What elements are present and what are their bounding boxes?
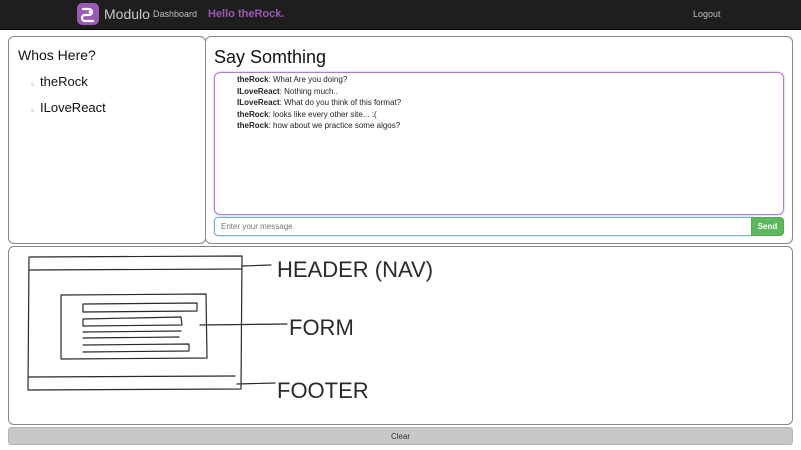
message-text: : What Are you doing?	[268, 75, 348, 84]
chat-title: Say Somthing	[214, 47, 327, 67]
nav-dashboard-link[interactable]: Dashboard	[153, 9, 197, 19]
message-text: : how about we practice some algos?	[268, 121, 401, 130]
message-input[interactable]	[214, 217, 752, 236]
sketch-form-row	[82, 343, 190, 353]
online-user-name: theRock	[40, 74, 88, 89]
online-users-title: Whos Here?	[18, 47, 96, 63]
bullet-icon: ○	[31, 108, 35, 114]
bullet-icon: ○	[31, 82, 35, 88]
modulo-logo-icon	[77, 3, 99, 25]
online-user-item: ○ ILoveReact	[31, 100, 106, 126]
brand[interactable]: Modulo	[77, 3, 150, 25]
brand-name: Modulo	[104, 6, 150, 22]
sketch-drawing: HEADER (NAV) FORM FOOTER	[27, 255, 433, 403]
message-item: ILoveReact: Nothing much..	[237, 86, 783, 98]
sketch-form-row	[82, 336, 180, 339]
message-item: theRock: What Are you doing?	[237, 74, 783, 86]
chat-panel: Say Somthing theRock: What Are you doing…	[205, 36, 793, 244]
navbar: Modulo Dashboard Hello theRock. Logout	[0, 0, 801, 30]
message-text: : looks like every other site... :(	[268, 109, 377, 119]
online-user-item: ○ theRock	[31, 74, 106, 100]
sketch-form-row	[82, 330, 182, 333]
online-users-panel: Whos Here? ○ theRock ○ ILoveReact	[8, 36, 206, 244]
sketch-header-connector	[241, 264, 272, 267]
sketch-footer-line	[28, 375, 236, 378]
message-text: : Nothing much..	[279, 86, 338, 96]
logout-link[interactable]: Logout	[693, 9, 721, 19]
message-author: theRock	[237, 121, 269, 130]
drawing-canvas[interactable]: HEADER (NAV) FORM FOOTER	[8, 246, 793, 425]
sketch-header-line	[28, 268, 243, 271]
sketch-page-box	[27, 255, 243, 391]
sketch-form-row	[82, 316, 183, 327]
message-item: theRock: how about we practice some algo…	[237, 120, 783, 132]
message-author: ILoveReact	[237, 86, 280, 96]
online-users-list: ○ theRock ○ ILoveReact	[31, 74, 106, 126]
message-item: ILoveReact: What do you think of this fo…	[237, 97, 783, 109]
message-text: : What do you think of this format?	[279, 98, 402, 107]
message-author: theRock	[237, 75, 269, 84]
sketch-form-row	[82, 302, 198, 313]
sketch-label-form: FORM	[289, 315, 354, 340]
sketch-label-header: HEADER (NAV)	[277, 257, 433, 282]
message-author: theRock	[237, 109, 269, 119]
sketch-form-connector	[199, 323, 288, 326]
message-item: theRock: looks like every other site... …	[237, 109, 783, 121]
user-greeting: Hello theRock.	[208, 8, 285, 20]
message-log[interactable]: theRock: What Are you doing? ILoveReact:…	[214, 72, 784, 215]
message-author: ILoveReact	[237, 98, 280, 107]
send-button[interactable]: Send	[751, 217, 784, 236]
sketch-label-footer: FOOTER	[277, 378, 369, 403]
online-user-name: ILoveReact	[40, 100, 106, 115]
clear-button[interactable]: Clear	[8, 427, 793, 445]
sketch-footer-connector	[236, 382, 276, 385]
